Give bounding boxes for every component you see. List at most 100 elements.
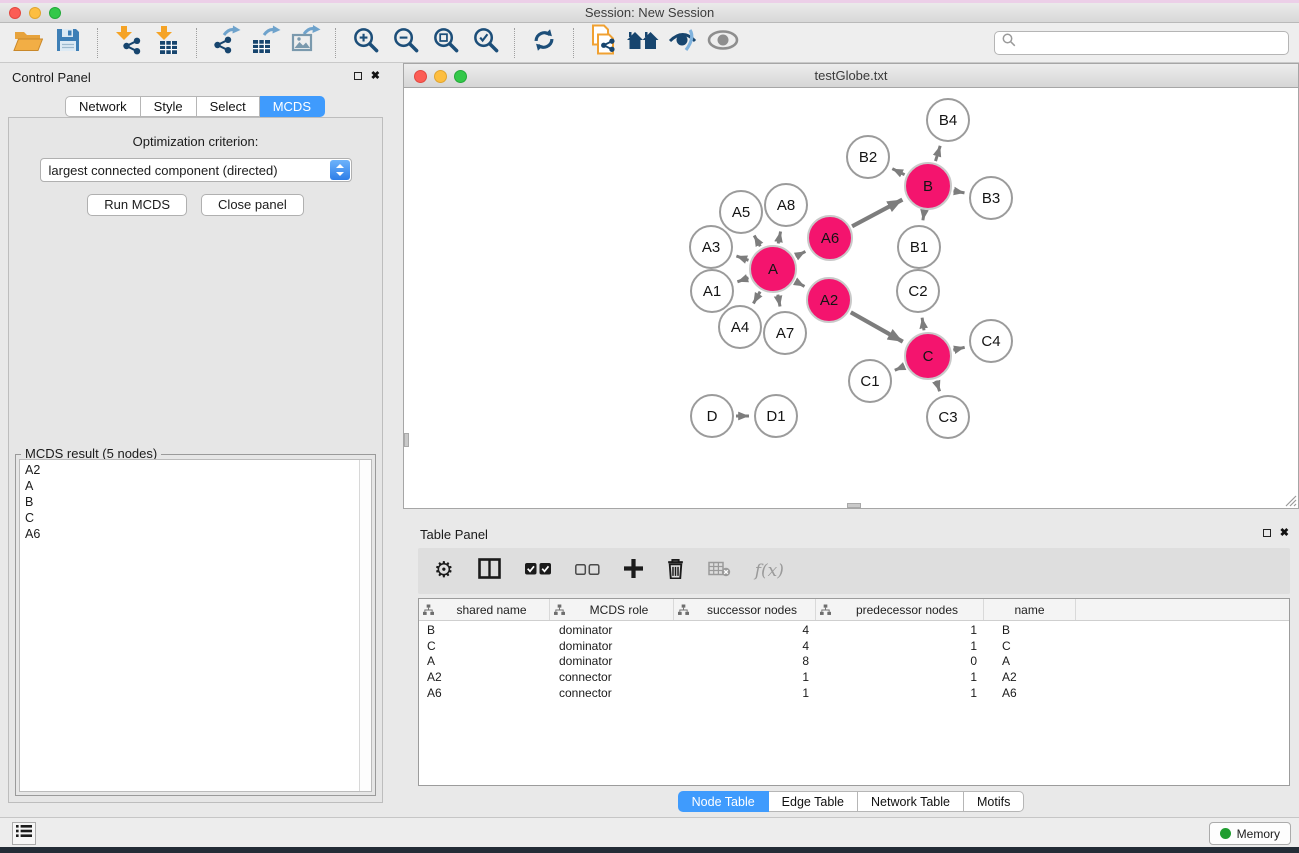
graph-edge-A-A5[interactable] (754, 236, 760, 247)
graph-node-A7[interactable]: A7 (764, 312, 806, 354)
column-header-shared-name[interactable]: shared name (419, 599, 550, 620)
split-view-button[interactable] (478, 558, 501, 584)
memory-button[interactable]: Memory (1209, 822, 1291, 845)
graph-edge-A-A8[interactable] (778, 232, 780, 244)
hide-details-button[interactable] (665, 26, 701, 60)
graph-node-B3[interactable]: B3 (970, 177, 1012, 219)
run-mcds-button[interactable]: Run MCDS (87, 194, 187, 216)
table-row[interactable]: Bdominator41B (419, 622, 1289, 638)
column-header-name[interactable]: name (984, 599, 1076, 620)
refresh-button[interactable] (526, 26, 562, 60)
show-details-button[interactable] (705, 26, 741, 60)
optimization-criterion-dropdown[interactable]: largest connected component (directed) (40, 158, 352, 182)
graph-node-A5[interactable]: A5 (720, 191, 762, 233)
graph-edge-A6-B[interactable] (852, 200, 902, 227)
table-row[interactable]: Cdominator41C (419, 638, 1289, 654)
mcds-result-item[interactable]: C (25, 510, 371, 526)
tab-edge-table[interactable]: Edge Table (769, 791, 858, 812)
resize-grip-icon[interactable] (1283, 493, 1297, 507)
float-table-panel-icon[interactable] (1263, 529, 1271, 537)
column-header-successor-nodes[interactable]: successor nodes (674, 599, 816, 620)
graph-edge-A-A2[interactable] (796, 282, 805, 287)
tab-mcds[interactable]: MCDS (260, 96, 325, 117)
mcds-result-item[interactable]: A2 (25, 462, 371, 478)
graph-edge-C-C2[interactable] (922, 318, 924, 331)
mcds-result-item[interactable]: B (25, 494, 371, 510)
float-panel-icon[interactable] (354, 72, 362, 80)
tab-select[interactable]: Select (197, 96, 260, 117)
graph-node-A3[interactable]: A3 (690, 226, 732, 268)
zoom-fit-button[interactable] (427, 26, 463, 60)
zoom-window-button[interactable] (49, 7, 61, 19)
mcds-result-item[interactable]: A (25, 478, 371, 494)
zoom-out-button[interactable] (387, 26, 423, 60)
graph-node-C1[interactable]: C1 (849, 360, 891, 402)
minimize-window-button[interactable] (29, 7, 41, 19)
graph-node-A6[interactable]: A6 (808, 216, 852, 260)
import-table-button[interactable] (149, 26, 185, 60)
mcds-result-list[interactable]: A2ABCA6 (19, 459, 372, 792)
graph-node-B4[interactable]: B4 (927, 99, 969, 141)
graph-edge-C-C1[interactable] (895, 366, 904, 370)
graph-node-C[interactable]: C (905, 333, 951, 379)
minimize-network-window-button[interactable] (434, 70, 447, 83)
horizontal-scroll-indicator[interactable] (847, 503, 861, 508)
deselect-all-button[interactable] (575, 562, 600, 580)
graph-edge-B-B1[interactable] (923, 212, 924, 221)
zoom-network-window-button[interactable] (454, 70, 467, 83)
graph-node-C2[interactable]: C2 (897, 270, 939, 312)
tab-motifs[interactable]: Motifs (964, 791, 1024, 812)
export-network-button[interactable] (208, 26, 244, 60)
graph-node-A[interactable]: A (750, 246, 796, 292)
zoom-selected-button[interactable] (467, 26, 503, 60)
search-box[interactable] (994, 31, 1289, 55)
graph-node-B2[interactable]: B2 (847, 136, 889, 178)
graph-edge-B-B2[interactable] (892, 169, 904, 175)
graph-node-A8[interactable]: A8 (765, 184, 807, 226)
tab-node-table[interactable]: Node Table (678, 791, 769, 812)
export-table-button[interactable] (248, 26, 284, 60)
add-column-button[interactable] (624, 559, 643, 583)
graph-edge-A2-C[interactable] (851, 312, 903, 341)
graph-edge-C-C4[interactable] (953, 347, 964, 350)
open-session-button[interactable] (10, 26, 46, 60)
graph-node-C4[interactable]: C4 (970, 320, 1012, 362)
home-button[interactable] (625, 26, 661, 60)
graph-node-A2[interactable]: A2 (807, 278, 851, 322)
close-network-window-button[interactable] (414, 70, 427, 83)
tab-network[interactable]: Network (65, 96, 141, 117)
column-header-predecessor-nodes[interactable]: predecessor nodes (816, 599, 984, 620)
vertical-scroll-indicator[interactable] (404, 433, 409, 447)
graph-node-D[interactable]: D (691, 395, 733, 437)
graph-node-B[interactable]: B (905, 163, 951, 209)
tab-network-table[interactable]: Network Table (858, 791, 964, 812)
graph-edge-A-A4[interactable] (753, 292, 760, 304)
close-table-panel-icon[interactable]: ✖ (1280, 528, 1289, 538)
graph-edge-C-C3[interactable] (936, 381, 940, 392)
graph-edge-A-A3[interactable] (736, 256, 748, 260)
graph-edge-A-A1[interactable] (737, 278, 748, 282)
graph-node-A4[interactable]: A4 (719, 306, 761, 348)
column-header-mcds-role[interactable]: MCDS role (550, 599, 674, 620)
close-panel-icon[interactable]: ✖ (371, 71, 380, 81)
graph-edge-B-B3[interactable] (954, 191, 965, 193)
clone-network-button[interactable] (585, 26, 621, 60)
result-scrollbar[interactable] (359, 460, 371, 791)
graph-node-C3[interactable]: C3 (927, 396, 969, 438)
task-history-button[interactable] (12, 822, 36, 845)
graph-edge-A-A6[interactable] (796, 251, 806, 256)
graph-node-A1[interactable]: A1 (691, 270, 733, 312)
graph-node-D1[interactable]: D1 (755, 395, 797, 437)
mcds-result-item[interactable]: A6 (25, 526, 371, 542)
network-graph[interactable]: B4B2BB3A8A5A6B1A3AC2A1A2A4A7C4CC1C3DD1 (404, 88, 1298, 507)
delete-column-button[interactable] (667, 558, 684, 584)
table-row[interactable]: A6connector11A6 (419, 685, 1289, 701)
tab-style[interactable]: Style (141, 96, 197, 117)
table-settings-button[interactable]: ⚙ (434, 561, 454, 581)
graph-edge-B-B4[interactable] (936, 146, 941, 161)
network-canvas[interactable]: B4B2BB3A8A5A6B1A3AC2A1A2A4A7C4CC1C3DD1 (403, 88, 1299, 509)
import-network-button[interactable] (109, 26, 145, 60)
table-row[interactable]: Adominator80A (419, 653, 1289, 669)
function-builder-button[interactable]: f(x) (755, 561, 784, 581)
delete-table-button[interactable] (708, 560, 731, 582)
